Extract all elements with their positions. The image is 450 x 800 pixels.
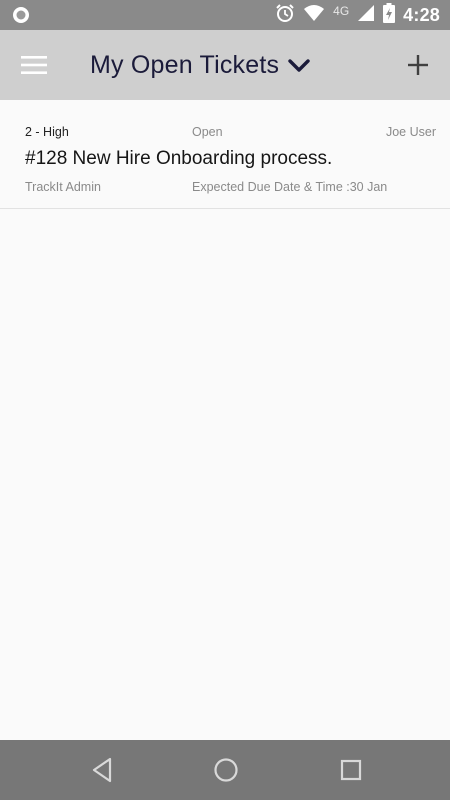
cellular-signal-icon <box>357 4 375 27</box>
battery-charging-icon <box>383 2 396 28</box>
network-type-label: 4G <box>333 4 350 18</box>
ticket-view-selector[interactable]: My Open Tickets <box>90 30 311 100</box>
wifi-icon <box>303 4 325 27</box>
recents-icon[interactable] <box>333 752 369 788</box>
back-icon[interactable] <box>84 752 120 788</box>
plus-icon[interactable] <box>402 49 434 81</box>
ticket-status: Open <box>192 125 223 139</box>
ticket-creator: TrackIt Admin <box>25 180 101 194</box>
ticket-assignee: Joe User <box>385 125 436 139</box>
status-time: 4:28 <box>403 4 440 25</box>
hamburger-menu-icon[interactable] <box>18 49 50 81</box>
ticket-priority: 2 - High <box>25 125 69 139</box>
ticket-title: #128 New Hire Onboarding process. <box>25 148 333 169</box>
ticket-list: 2 - High Open Joe User #128 New Hire Onb… <box>0 100 450 740</box>
navigation-bar <box>0 740 450 800</box>
home-icon[interactable] <box>208 752 244 788</box>
status-bar: 4G 4:28 <box>0 0 450 30</box>
circle-notification-icon <box>12 6 30 24</box>
ticket-due-date: Expected Due Date & Time :30 Jan <box>192 180 388 194</box>
chevron-down-icon <box>287 54 311 78</box>
status-icons: 4G 4:28 <box>275 0 440 30</box>
ticket-row[interactable]: 2 - High Open Joe User #128 New Hire Onb… <box>0 100 450 209</box>
page-title: My Open Tickets <box>90 50 280 79</box>
app-screen: 4G 4:28 My Open Tickets 2 - High Open Jo… <box>0 0 450 800</box>
app-bar: My Open Tickets <box>0 30 450 100</box>
alarm-icon <box>275 3 295 28</box>
